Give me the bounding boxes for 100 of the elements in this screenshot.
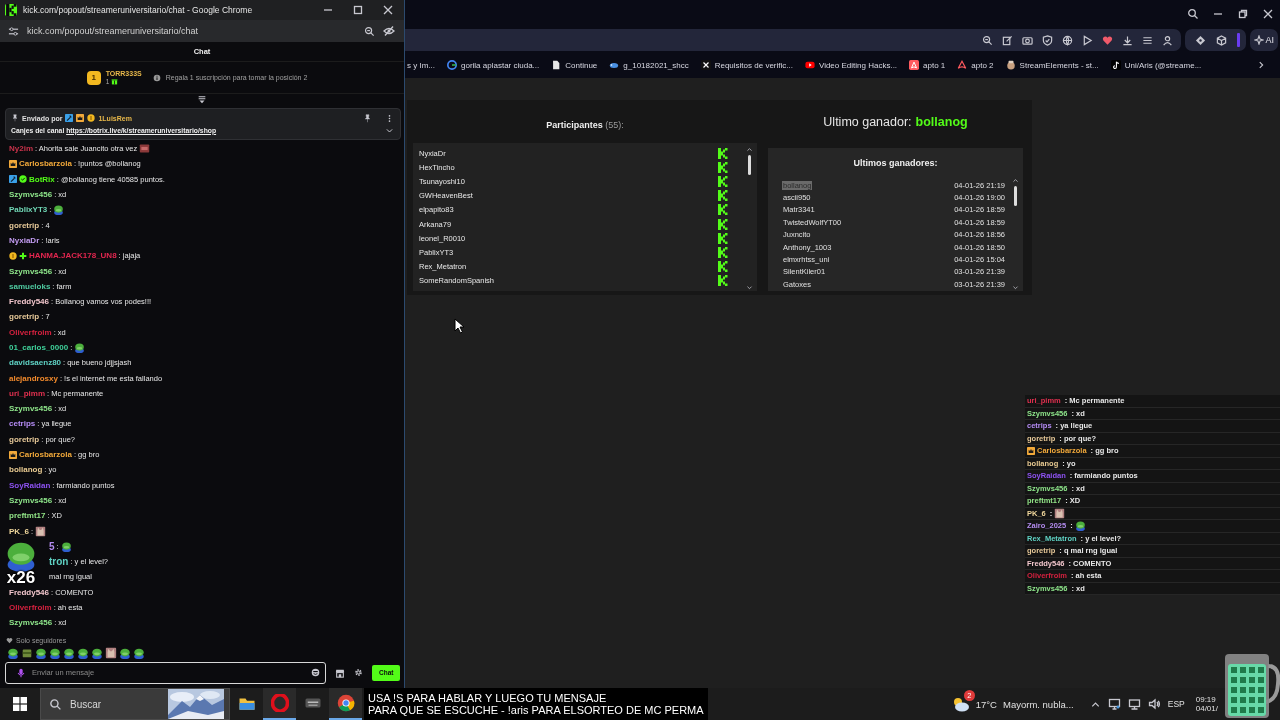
edit-icon[interactable]: [1002, 34, 1014, 46]
scroll-down-icon[interactable]: [745, 284, 753, 291]
scrollbar[interactable]: [1011, 177, 1019, 291]
close-icon[interactable]: [1262, 8, 1274, 20]
bookmark[interactable]: Video Editing Hacks...: [818, 60, 898, 70]
emote-icon: [1074, 520, 1086, 532]
weather-text: Mayorm. nubla...: [1003, 698, 1074, 710]
profile-icon[interactable]: [1162, 34, 1174, 46]
scroll-down-icon[interactable]: [1011, 284, 1019, 291]
address-field[interactable]: kick.com/popout/streameruniversitario/chat: [27, 26, 199, 36]
weather-icon: [951, 696, 970, 712]
chat-username: Szymvs456: [9, 618, 53, 628]
wrench-badge-icon: [65, 114, 74, 122]
language-indicator[interactable]: ESP: [1167, 699, 1185, 709]
chrome-icon: [336, 694, 355, 712]
bookmark[interactable]: gorila aplastar ciuda...: [461, 60, 540, 70]
document-icon[interactable]: [551, 60, 562, 70]
bookmark[interactable]: s y Im...: [407, 60, 435, 70]
kick-logo-icon: [717, 175, 728, 187]
camera-icon[interactable]: [1022, 34, 1034, 46]
clock[interactable]: 09:19 04/01/: [1195, 695, 1218, 713]
coin-badge-icon: [87, 114, 96, 122]
chat-username: bollanog: [9, 465, 43, 475]
scroll-up-icon[interactable]: [1011, 177, 1019, 184]
emote-icon[interactable]: [35, 647, 47, 659]
close-icon[interactable]: [382, 4, 394, 16]
chat-username: goretrip: [9, 312, 40, 322]
crown-badge-icon: [76, 114, 85, 122]
menu-icon[interactable]: [1142, 34, 1154, 46]
restore-icon[interactable]: [1237, 8, 1249, 20]
windows-start-icon[interactable]: [13, 697, 27, 711]
taskbar-app[interactable]: [329, 688, 362, 720]
emote-icon[interactable]: [49, 647, 61, 659]
ai-button[interactable]: AI: [1250, 29, 1278, 51]
emote-icon[interactable]: [133, 647, 145, 659]
collapse-icon[interactable]: [197, 95, 207, 105]
opera-icon: [270, 694, 289, 712]
chat-username: 5: [49, 540, 55, 552]
maximize-icon[interactable]: [352, 4, 364, 16]
bookmark[interactable]: apto 2: [971, 60, 994, 70]
kick-logo-icon: [717, 232, 728, 244]
google-icon[interactable]: [447, 60, 457, 70]
chat-username: Szymvs456: [9, 266, 53, 276]
chat-username: NyxiaDr: [9, 235, 40, 245]
speaker-icon[interactable]: [1147, 698, 1161, 710]
emote-icon[interactable]: [119, 647, 131, 659]
note-icon[interactable]: [1110, 60, 1121, 70]
emote-combo-count: x26: [6, 569, 36, 587]
eye-off-icon[interactable]: [383, 25, 395, 37]
cube-icon[interactable]: [1216, 34, 1228, 46]
crown-badge-icon: [9, 450, 17, 459]
shield-icon[interactable]: [1042, 34, 1054, 46]
more-bookmarks-icon[interactable]: [1256, 60, 1266, 70]
unpin-icon[interactable]: [363, 113, 372, 123]
address-bar[interactable]: [405, 29, 1182, 51]
bookmark[interactable]: Requisitos de verific...: [714, 60, 793, 70]
emote-icon[interactable]: [91, 647, 103, 659]
x-icon[interactable]: [700, 60, 711, 70]
emote-icon[interactable]: [77, 647, 89, 659]
diamond-icon[interactable]: [1195, 34, 1207, 46]
taskbar-search-field[interactable]: Buscar: [40, 688, 230, 720]
globe-icon[interactable]: [1062, 34, 1074, 46]
kick-logo-icon: [717, 161, 728, 173]
site-settings-icon[interactable]: [8, 25, 19, 37]
winners-heading: Ultimos ganadores:: [852, 156, 939, 170]
emoji-icon[interactable]: [311, 668, 321, 677]
settings-icon[interactable]: [354, 668, 364, 677]
store-icon[interactable]: [335, 667, 346, 678]
scroll-thumb[interactable]: [747, 155, 751, 175]
heart-icon[interactable]: [1102, 34, 1114, 46]
scrollbar[interactable]: [745, 146, 753, 291]
winner-name: bollanog: [915, 115, 968, 129]
emote-icon[interactable]: [21, 647, 33, 659]
microphone-icon[interactable]: [16, 667, 26, 678]
scroll-thumb[interactable]: [1013, 186, 1017, 206]
window-title: kick.com/popout/streameruniversitario/chat - Google Chrome: [23, 5, 253, 15]
bookmark[interactable]: Uni/Aris (@streame...: [1124, 60, 1202, 70]
download-icon[interactable]: [1122, 34, 1134, 46]
bookmark[interactable]: g_10182021_shcc: [623, 60, 689, 70]
scroll-up-icon[interactable]: [745, 146, 753, 153]
emote-icon: [53, 204, 65, 216]
monitor-icon[interactable]: [1107, 698, 1121, 710]
emote-icon[interactable]: [63, 647, 75, 659]
bookmark[interactable]: Continue: [565, 60, 598, 70]
bookmark[interactable]: apto 1: [923, 60, 946, 70]
chat-username: Freddy546: [9, 587, 50, 597]
winner-label: Ultimo ganador:: [823, 115, 912, 129]
taskbar-app[interactable]: [263, 688, 296, 720]
bookmark[interactable]: StreamElements - st...: [1019, 60, 1099, 70]
chat-username: preftmt17: [9, 511, 46, 521]
emote-icon[interactable]: [105, 647, 117, 659]
play-icon[interactable]: [1082, 34, 1094, 46]
chat-username: davidsaenz80: [9, 358, 62, 368]
chat-username: HANMA.JACK178_UN8: [29, 251, 117, 261]
video-play-icon[interactable]: [804, 60, 815, 70]
zoom-icon[interactable]: [364, 25, 375, 37]
emote-icon[interactable]: [7, 647, 19, 659]
zoom-icon[interactable]: [982, 34, 994, 46]
search-icon[interactable]: [1187, 8, 1199, 20]
chat-username: PK_6: [9, 526, 29, 536]
